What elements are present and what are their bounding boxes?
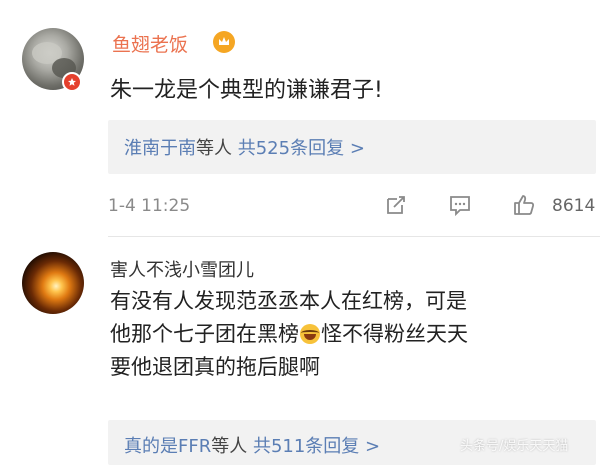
reply-connector: 等人: [196, 138, 232, 159]
reply-users-link[interactable]: 淮南于南: [124, 138, 196, 159]
crown-badge-icon: [213, 31, 235, 53]
repost-icon[interactable]: [384, 193, 408, 217]
user-avatar[interactable]: [22, 252, 84, 314]
reply-users-link[interactable]: 真的是FFR: [124, 436, 211, 457]
username[interactable]: 鱼翅老饭: [112, 30, 188, 57]
comment-divider: [108, 236, 600, 237]
vip-badge-icon: [62, 72, 82, 92]
comment-text: 有没有人发现范丞丞本人在红榜，可是 他那个七子团在黑榜 怪不得粉丝天天 要他退团真…: [110, 289, 468, 379]
reply-connector: 等人: [211, 436, 248, 457]
like-count: 8614: [552, 196, 596, 216]
chevron-right-icon: >: [349, 138, 365, 159]
laughing-emoji-icon: [300, 324, 320, 344]
username[interactable]: 害人不浅小雪团儿: [110, 256, 254, 282]
like-icon[interactable]: [512, 193, 536, 217]
watermark: 头条号/娱乐天天猫: [460, 439, 569, 454]
comment-icon[interactable]: [448, 193, 472, 217]
chevron-right-icon: >: [365, 436, 381, 457]
reply-count-link[interactable]: 共511条回复: [253, 436, 359, 457]
reply-summary[interactable]: 淮南于南等人 共525条回复 >: [108, 120, 596, 174]
comment-timestamp: 1-4 11:25: [108, 196, 191, 216]
comment-text: 朱一龙是个典型的谦谦君子!: [110, 78, 383, 103]
reply-count-link[interactable]: 共525条回复: [238, 138, 344, 159]
